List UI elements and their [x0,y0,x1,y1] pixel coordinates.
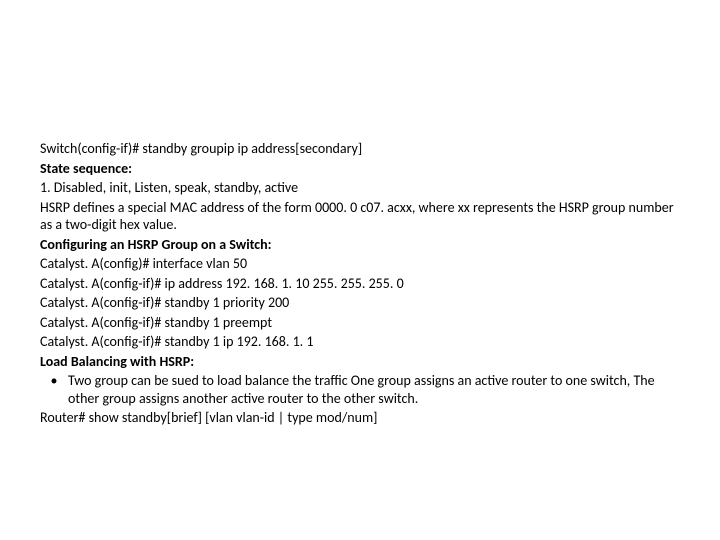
bullet-load-balancing-text: Two group can be sued to load balance th… [68,372,680,407]
heading-load-balancing: Load Balancing with HSRP: [40,353,680,371]
bullet-load-balancing: • Two group can be sued to load balance … [40,372,680,407]
cmd-standby-priority: Catalyst. A(config-if)# standby 1 priori… [40,294,680,312]
list-state-sequence: 1. Disabled, init, Listen, speak, standb… [40,179,680,197]
heading-state-sequence: State sequence: [40,160,680,178]
text-mac-explain: HSRP defines a special MAC address of th… [40,199,680,234]
cmd-show-standby: Router# show standby[brief] [vlan vlan-i… [40,409,680,427]
cmd-standby-ip: Catalyst. A(config-if)# standby 1 ip 192… [40,333,680,351]
cmd-standby-groupip: Switch(config-if)# standby groupip ip ad… [40,140,680,158]
bullet-dot-icon: • [40,372,68,390]
cmd-standby-preempt: Catalyst. A(config-if)# standby 1 preemp… [40,314,680,332]
cmd-interface-vlan: Catalyst. A(config)# interface vlan 50 [40,255,680,273]
heading-configuring-hsrp: Configuring an HSRP Group on a Switch: [40,236,680,254]
slide-content: Switch(config-if)# standby groupip ip ad… [0,0,720,540]
cmd-ip-address: Catalyst. A(config-if)# ip address 192. … [40,275,680,293]
